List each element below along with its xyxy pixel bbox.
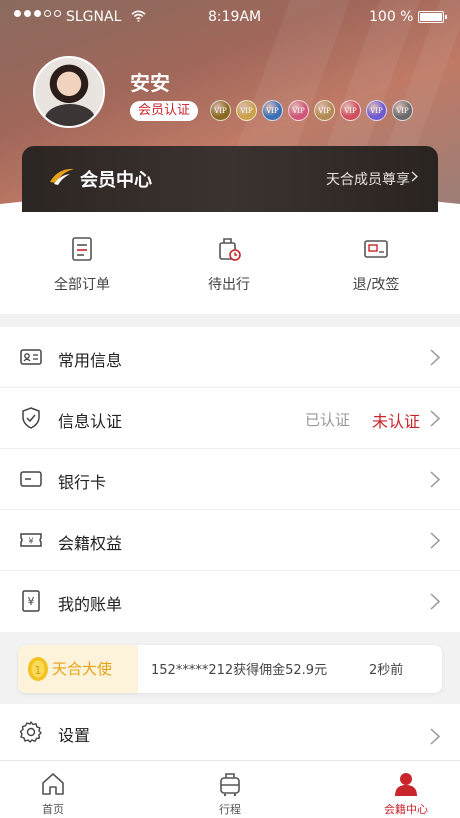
commission-time: 2秒前 — [369, 663, 404, 678]
svg-text:¥: ¥ — [28, 537, 33, 546]
all-orders-label: 全部订单 — [54, 277, 110, 293]
status-bar: SLGNAL 8:19AM 100 % — [0, 0, 460, 34]
menu-item-label: 常用信息 — [58, 351, 123, 370]
membership-ticket-icon: ¥ — [20, 533, 42, 547]
all-orders-button[interactable]: 全部订单 — [22, 236, 142, 294]
vip-badge-list: VIP VIP VIP VIP VIP VIP VIP VIP — [210, 100, 413, 121]
wifi-icon — [131, 10, 146, 22]
tab-label: 行程 — [219, 803, 241, 816]
menu-item-label: 银行卡 — [58, 473, 107, 492]
menu-item-settings[interactable]: 设置 — [0, 704, 460, 760]
member-verified-badge[interactable]: 会员认证 — [130, 101, 199, 121]
vip-badge[interactable]: VIP — [366, 100, 387, 121]
ambassador-tag: 1 天合大使 — [18, 645, 138, 693]
order-shortcuts: 全部订单 待出行 退/改签 — [0, 212, 460, 314]
chevron-right-icon — [430, 471, 440, 488]
ticket-refund-icon — [364, 240, 388, 258]
upcoming-trips-label: 待出行 — [208, 277, 250, 293]
tab-label: 首页 — [42, 803, 64, 816]
bank-card-icon — [20, 471, 42, 487]
clock: 8:19AM — [208, 9, 262, 25]
chevron-right-icon — [430, 728, 440, 745]
chevron-right-icon — [430, 593, 440, 610]
vip-badge[interactable]: VIP — [262, 100, 283, 121]
menu-item-bank-card[interactable]: 银行卡 — [0, 449, 460, 510]
tab-home[interactable]: 首页 — [3, 771, 103, 817]
settings-label: 设置 — [58, 726, 91, 745]
battery-icon — [418, 11, 447, 23]
tab-itinerary[interactable]: 行程 — [180, 771, 280, 817]
vip-badge[interactable]: VIP — [210, 100, 231, 121]
gear-icon — [19, 721, 42, 743]
menu-item-verification[interactable]: 信息认证 已认证 未认证 — [0, 388, 460, 449]
ambassador-banner[interactable]: 1 天合大使 152*****212获得佣金52.9元 2秒前 — [18, 645, 442, 693]
chevron-right-icon — [430, 349, 440, 366]
verified-status: 已认证 — [304, 411, 350, 429]
menu-item-membership-benefits[interactable]: ¥ 会籍权益 — [0, 510, 460, 571]
vip-badge[interactable]: VIP — [314, 100, 335, 121]
airline-logo-icon — [50, 168, 74, 185]
member-center-title: 会员中心 — [80, 170, 152, 191]
bill-icon: ¥ — [22, 590, 40, 612]
vip-badge[interactable]: VIP — [392, 100, 413, 121]
svg-text:¥: ¥ — [28, 595, 35, 608]
refund-change-button[interactable]: 退/改签 — [316, 236, 436, 294]
vip-badge[interactable]: VIP — [288, 100, 309, 121]
avatar[interactable] — [33, 56, 105, 128]
chevron-right-icon — [430, 532, 440, 549]
shield-check-icon — [22, 407, 40, 429]
coin-icon: 1 — [28, 657, 48, 681]
ambassador-title: 天合大使 — [52, 660, 113, 678]
chevron-right-icon — [411, 171, 418, 182]
luggage-clock-icon — [219, 238, 241, 261]
svg-text:1: 1 — [35, 664, 42, 677]
user-icon — [395, 773, 417, 796]
home-icon — [42, 773, 64, 795]
member-benefits-link[interactable]: 天合成员尊享 — [326, 169, 410, 189]
battery-percent: 100 % — [369, 9, 414, 25]
vip-badge[interactable]: VIP — [236, 100, 257, 121]
unverified-status: 未认证 — [371, 412, 420, 431]
account-menu: 常用信息 信息认证 已认证 未认证 银行卡 ¥ 会籍权益 ¥ 我的账单 — [0, 327, 460, 632]
order-list-icon — [72, 237, 92, 261]
menu-item-my-bills[interactable]: ¥ 我的账单 — [0, 571, 460, 632]
id-card-icon — [20, 349, 42, 365]
menu-item-label: 会籍权益 — [58, 534, 123, 553]
bottom-tab-bar: 首页 行程 会籍中心 — [0, 760, 460, 818]
luggage-icon — [220, 773, 240, 797]
tab-member-center[interactable]: 会籍中心 — [356, 771, 456, 817]
user-name: 安安 — [130, 71, 170, 95]
menu-item-label: 我的账单 — [58, 595, 123, 614]
tab-label: 会籍中心 — [384, 803, 428, 816]
upcoming-trips-button[interactable]: 待出行 — [169, 236, 289, 294]
chevron-right-icon — [430, 410, 440, 427]
member-center-card[interactable]: 会员中心 天合成员尊享 — [22, 146, 438, 212]
refund-change-label: 退/改签 — [352, 277, 400, 293]
signal-icon — [14, 10, 61, 17]
menu-item-label: 信息认证 — [58, 412, 123, 431]
carrier-name: SLGNAL — [66, 9, 122, 25]
vip-badge[interactable]: VIP — [340, 100, 361, 121]
commission-message: 152*****212获得佣金52.9元 — [151, 663, 328, 678]
menu-item-common-info[interactable]: 常用信息 — [0, 327, 460, 388]
